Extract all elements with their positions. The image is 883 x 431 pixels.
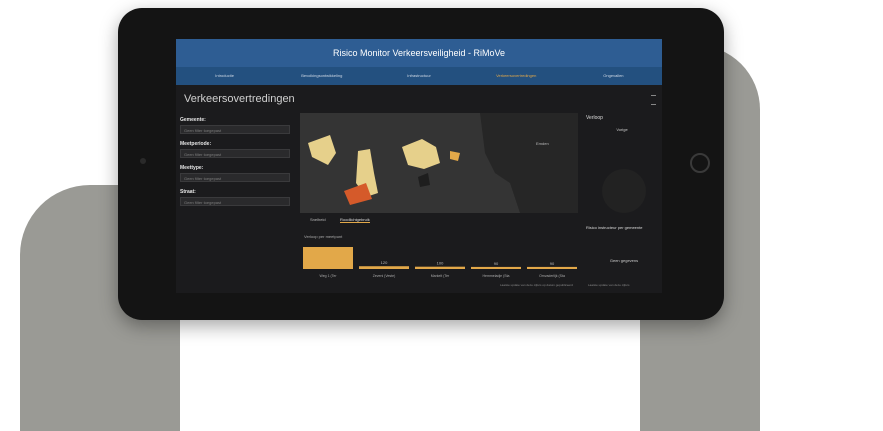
nav-item-verkeersovertredingen[interactable]: Verkeersovertredingen — [468, 67, 565, 85]
bar-value-label: 90 — [550, 261, 555, 266]
bar[interactable] — [471, 266, 521, 269]
bar-value-label: 90 — [494, 261, 499, 266]
bar-value-label: 120 — [381, 260, 388, 265]
right-panel: Verloop Vorige Risico instructeur per ge… — [584, 113, 660, 288]
page-title: Verkeersovertredingen — [184, 93, 295, 105]
category-label: Markelt (Ter — [431, 274, 450, 278]
chart-title: Verloop per meetpunt — [304, 234, 343, 239]
map-region — [418, 173, 430, 187]
bar[interactable] — [359, 266, 409, 269]
category-label: Omvaderlijk (Sta — [539, 274, 565, 278]
filter-meettype-select[interactable]: Geen filter toegepast — [180, 173, 290, 182]
camera-icon — [140, 158, 146, 164]
panel-heading: Verloop — [586, 115, 603, 121]
filter-straat-select[interactable]: Geen filter toegepast — [180, 197, 290, 206]
nav-item-bevolkingsontwikkeling[interactable]: Bevolkingsontwikkeling — [273, 67, 370, 85]
home-button[interactable] — [690, 153, 710, 173]
bar[interactable] — [415, 266, 465, 269]
map-place-label: Emden — [536, 141, 549, 146]
filter-meetperiode-label: Meetperiode: — [180, 141, 212, 147]
map-sea — [480, 113, 578, 213]
vorige-button[interactable]: Vorige — [602, 127, 642, 132]
category-label: Zeveni (Veste) — [373, 274, 396, 278]
app-screen: Risico Monitor Verkeersveiligheid - RiMo… — [176, 39, 662, 293]
nav-item-introductie[interactable]: Introductie — [176, 67, 273, 85]
filter-gemeente-select[interactable]: Geen filter toegepast — [180, 125, 290, 134]
category-label: Weg 1 (Ter — [319, 274, 337, 278]
filter-straat-label: Straat: — [180, 189, 196, 195]
nav-item-ongevallen[interactable]: Ongevallen — [565, 67, 662, 85]
footer-note-left: Laatste update van deze cijfers op datum… — [500, 283, 573, 287]
geen-gegevens-button[interactable]: Geen gegevens — [596, 258, 652, 263]
legend-area — [602, 169, 646, 213]
bar[interactable] — [303, 247, 353, 269]
filter-meetperiode-select[interactable]: Geen filter toegepast — [180, 149, 290, 158]
map-region — [450, 151, 460, 161]
footer-note-right: Laatste update van deze cijfers — [588, 283, 630, 287]
bar-value-label: 100 — [437, 261, 444, 266]
section-title: Risico instructeur per gemeente — [586, 225, 643, 230]
map-view[interactable]: Emden — [300, 113, 578, 213]
filter-gemeente-label: Gemeente: — [180, 117, 206, 123]
map-region — [308, 135, 336, 165]
category-label: Hemmeladje (Sta — [482, 274, 509, 278]
map-tab-roodlichtgebruik[interactable]: Roodlichtgebruik — [340, 217, 370, 223]
filter-meettype-label: Meettype: — [180, 165, 204, 171]
bar[interactable] — [527, 266, 577, 269]
bar-chart: Weg 1 (Ter 120 Zeveni (Veste) 100 Markelt (T… — [303, 247, 577, 278]
app-title: Risico Monitor Verkeersveiligheid - RiMo… — [176, 39, 662, 67]
nav-item-infrastructuur[interactable]: Infrastructuur — [370, 67, 467, 85]
main-nav: Introductie Bevolkingsontwikkeling Infra… — [176, 67, 662, 85]
map-tab-snelheid[interactable]: Snelheid — [310, 217, 326, 222]
map-region — [402, 139, 440, 169]
menu-icon[interactable] — [651, 95, 656, 105]
